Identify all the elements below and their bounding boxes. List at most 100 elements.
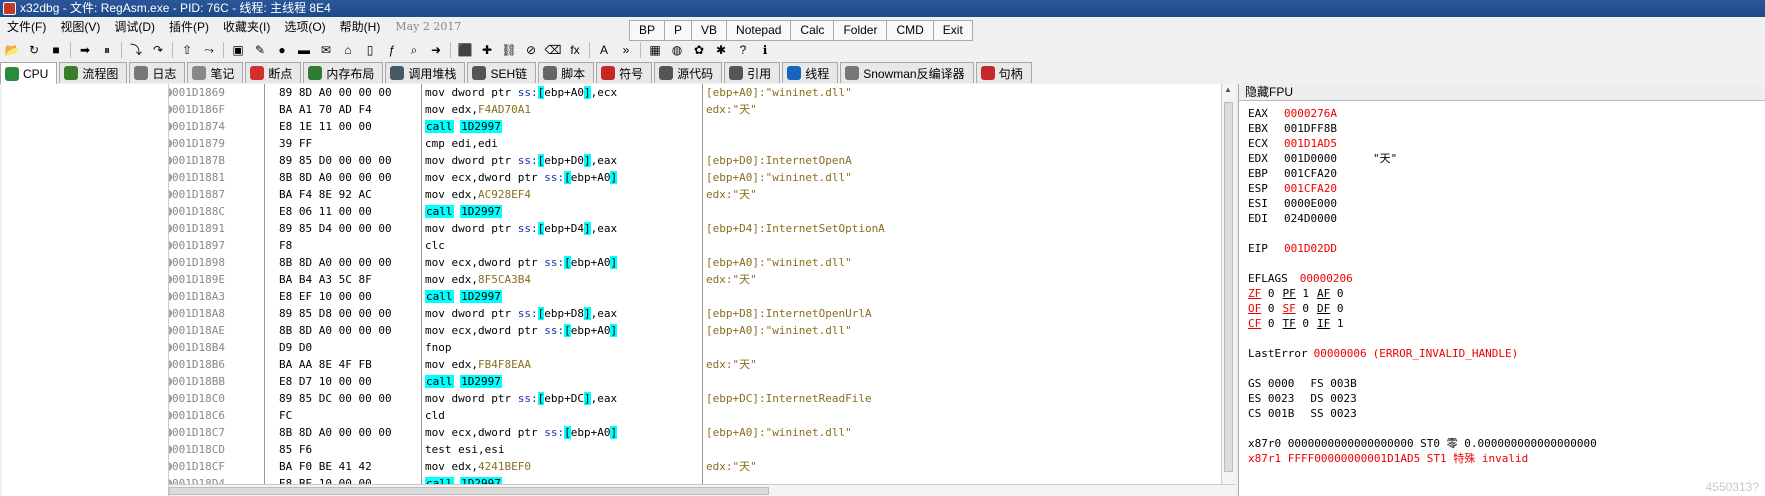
menu-item-0[interactable]: 文件(F)	[0, 18, 53, 35]
reg-value[interactable]: 001D0000	[1284, 151, 1337, 167]
tab-8[interactable]: 脚本	[538, 62, 595, 83]
run-icon[interactable]: ➡	[77, 42, 93, 58]
quick-cmd-button[interactable]: CMD	[886, 20, 934, 41]
reg-value[interactable]: 001D02DD	[1284, 241, 1337, 257]
patch-icon[interactable]: ✎	[252, 42, 268, 58]
disasm-row[interactable]: 001D18A8 89 85 D8 00 00 00 mov dword ptr s…	[169, 305, 1221, 322]
reg-value[interactable]: 00000206	[1300, 271, 1353, 287]
flag[interactable]: DF 0	[1317, 302, 1344, 315]
fx-icon[interactable]: fx	[567, 42, 583, 58]
scroll-thumb[interactable]	[1224, 102, 1233, 472]
comment-icon[interactable]: ✉	[318, 42, 334, 58]
quick-exit-button[interactable]: Exit	[932, 20, 973, 41]
disasm-vertical-scrollbar[interactable]: ▲	[1221, 84, 1235, 484]
flag[interactable]: OF 0	[1248, 302, 1275, 315]
scroll-up-icon[interactable]: ▲	[1222, 84, 1234, 96]
link-icon[interactable]: ⛓	[501, 42, 517, 58]
open-icon[interactable]: 📂	[4, 42, 20, 58]
tab-4[interactable]: 断点	[245, 62, 302, 83]
tab-11[interactable]: 引用	[724, 62, 781, 83]
tab-7[interactable]: SEH链	[467, 62, 537, 83]
clean-icon[interactable]: ⊘	[523, 42, 539, 58]
quick-bp-button[interactable]: BP	[629, 20, 666, 41]
function-icon[interactable]: ƒ	[384, 42, 400, 58]
label-icon[interactable]: ⌂	[340, 42, 356, 58]
disasm-row[interactable]: 001D1881 8B 8D A0 00 00 00 mov ecx,dword p…	[169, 169, 1221, 186]
menu-item-2[interactable]: 调试(D)	[107, 18, 162, 35]
bug-icon[interactable]: ✱	[713, 42, 729, 58]
fpu-register[interactable]: x87r0 0000000000000000000 ST0 零 0.000000…	[1248, 437, 1597, 450]
disasm-row[interactable]: 001D18C6 FC cld	[169, 407, 1221, 424]
stop-icon[interactable]: ■	[48, 42, 64, 58]
reg-value[interactable]: 001CFA20	[1284, 166, 1337, 182]
quick-vb-button[interactable]: VB	[691, 20, 728, 41]
quick-calc-button[interactable]: Calc	[790, 20, 835, 41]
tab-13[interactable]: Snowman反编译器	[840, 62, 974, 83]
disasm-row[interactable]: 001D18AE 8B 8D A0 00 00 00 mov ecx,dword p…	[169, 322, 1221, 339]
disasm-row[interactable]: 001D186F BA A1 70 AD F4 mov edx,F4AD70A1 ed…	[169, 101, 1221, 118]
flag[interactable]: IF 1	[1317, 317, 1344, 330]
bookmark-icon[interactable]: ▯	[362, 42, 378, 58]
disasm-row[interactable]: 001D18CF BA F0 BE 41 42 mov edx,4241BEF0 ed…	[169, 458, 1221, 475]
help-icon[interactable]: ?	[735, 42, 751, 58]
disasm-row[interactable]: 001D18CD 85 F6 test esi,esi	[169, 441, 1221, 458]
reg-value[interactable]: 001DFF8B	[1284, 121, 1337, 137]
disasm-row[interactable]: 001D18D4 E8 BE 10 00 00 call 1D2997	[169, 475, 1221, 484]
disasm-row[interactable]: 001D18B6 BA AA 8E 4F FB mov edx,FB4F8EAA ed…	[169, 356, 1221, 373]
disasm-row[interactable]: 001D1869 89 8D A0 00 00 00 mov dword ptr s…	[169, 84, 1221, 101]
hide-fpu-button[interactable]: 隐藏FPU	[1239, 84, 1765, 101]
quick-notepad-button[interactable]: Notepad	[726, 20, 792, 41]
menu-item-5[interactable]: 选项(O)	[277, 18, 332, 35]
segment-register[interactable]: ES 0023	[1248, 392, 1294, 405]
menu-item-6[interactable]: 帮助(H)	[333, 18, 388, 35]
chevron-right-icon[interactable]: »	[618, 42, 634, 58]
flag[interactable]: TF 0	[1283, 317, 1310, 330]
restart-icon[interactable]: ↻	[26, 42, 42, 58]
quick-folder-button[interactable]: Folder	[833, 20, 888, 41]
disasm-row[interactable]: 001D189E BA B4 A3 5C 8F mov edx,8F5CA3B4 ed…	[169, 271, 1221, 288]
disasm-row[interactable]: 001D18B4 D9 D0 fnop	[169, 339, 1221, 356]
disasm-row[interactable]: 001D1898 8B 8D A0 00 00 00 mov ecx,dword p…	[169, 254, 1221, 271]
calc-icon[interactable]: ▦	[647, 42, 663, 58]
reg-value[interactable]: 001CFA20	[1284, 181, 1337, 197]
tab-3[interactable]: 笔记	[187, 62, 244, 83]
tab-12[interactable]: 线程	[782, 62, 839, 83]
tab-9[interactable]: 符号	[596, 62, 653, 83]
disasm-row[interactable]: 001D1891 89 85 D4 00 00 00 mov dword ptr s…	[169, 220, 1221, 237]
tab-14[interactable]: 句柄	[975, 62, 1032, 83]
flag[interactable]: CF 0	[1248, 317, 1275, 330]
info-icon[interactable]: ℹ	[757, 42, 773, 58]
disasm-row[interactable]: 001D1887 BA F4 8E 92 AC mov edx,AC928EF4 ed…	[169, 186, 1221, 203]
disassembly-view[interactable]: 001D1869 89 8D A0 00 00 00 mov dword ptr s…	[169, 84, 1221, 484]
scylla-icon[interactable]: ▣	[230, 42, 246, 58]
pause-icon[interactable]: ⏸	[99, 42, 115, 58]
eraser-icon[interactable]: ⌫	[545, 42, 562, 58]
disasm-row[interactable]: 001D18C7 8B 8D A0 00 00 00 mov ecx,dword p…	[169, 424, 1221, 441]
flag[interactable]: ZF 0	[1248, 287, 1275, 300]
reg-value[interactable]: 0000276A	[1284, 106, 1337, 122]
search-icon[interactable]: ⌕	[406, 42, 422, 58]
trace-icon[interactable]: ⤳	[201, 42, 217, 58]
flag[interactable]: SF 0	[1283, 302, 1310, 315]
step-into-icon[interactable]: ⤵	[128, 42, 144, 58]
fpu-register[interactable]: x87r1 FFFF00000000001D1AD5 ST1 特殊 invali…	[1248, 452, 1528, 465]
reg-value[interactable]: 0000E000	[1284, 196, 1337, 212]
flag[interactable]: PF 1	[1283, 287, 1310, 300]
segment-register[interactable]: DS 0023	[1310, 392, 1356, 405]
disasm-row[interactable]: 001D188C E8 06 11 00 00 call 1D2997	[169, 203, 1221, 220]
menu-item-4[interactable]: 收藏夹(I)	[216, 18, 277, 35]
tab-2[interactable]: 日志	[129, 62, 186, 83]
disasm-row[interactable]: 001D18A3 E8 EF 10 00 00 call 1D2997	[169, 288, 1221, 305]
goto-icon[interactable]: ➜	[428, 42, 444, 58]
disasm-row[interactable]: 001D18C0 89 85 DC 00 00 00 mov dword ptr s…	[169, 390, 1221, 407]
segment-register[interactable]: SS 0023	[1310, 407, 1356, 420]
tab-10[interactable]: 源代码	[654, 62, 723, 83]
step-over-icon[interactable]: ↷	[150, 42, 166, 58]
segment-register[interactable]: CS 001B	[1248, 407, 1294, 420]
scroll-thumb[interactable]	[169, 487, 769, 495]
tab-1[interactable]: 流程图	[59, 62, 128, 83]
segment-register[interactable]: FS 003B	[1310, 377, 1356, 390]
bandage-icon[interactable]: ✚	[479, 42, 495, 58]
lasterror-value[interactable]: 00000006	[1314, 347, 1367, 360]
disasm-row[interactable]: 001D187B 89 85 D0 00 00 00 mov dword ptr s…	[169, 152, 1221, 169]
